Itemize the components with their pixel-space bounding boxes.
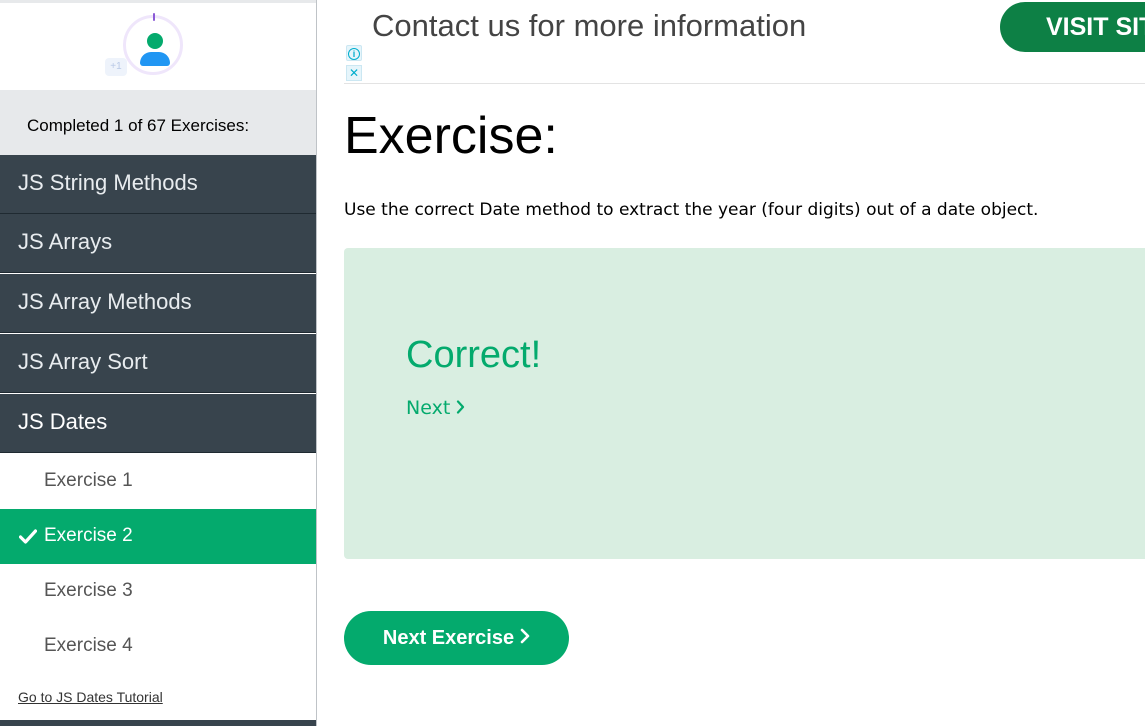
check-icon [19, 529, 37, 544]
next-link[interactable]: Next [406, 397, 465, 419]
sidebar-item-label: JS Dates [18, 409, 108, 434]
exercise-label: Exercise 2 [44, 525, 133, 546]
close-icon[interactable]: ✕ [346, 65, 362, 81]
sidebar-bottom-bar [0, 720, 316, 726]
sidebar-item-label: JS Array Sort [18, 349, 148, 374]
user-icon [147, 33, 163, 49]
sidebar-item-js-string-methods[interactable]: JS String Methods [0, 155, 316, 214]
result-title: Correct! [406, 334, 542, 376]
exercise-item-3[interactable]: Exercise 3 [0, 564, 316, 619]
sidebar-item-js-array-sort[interactable]: JS Array Sort [0, 334, 316, 393]
page-title: Exercise: [344, 107, 558, 165]
next-link-label: Next [406, 397, 451, 419]
exercise-label: Exercise 4 [44, 635, 133, 656]
sidebar-item-label: JS Arrays [18, 229, 113, 254]
exercise-label: Exercise 1 [44, 470, 133, 491]
ad-text: Contact us for more information [372, 8, 807, 43]
next-exercise-label: Next Exercise [382, 627, 515, 649]
progress-ring-indicator [153, 13, 155, 21]
ad-banner[interactable]: Contact us for more information VISIT SI… [344, 0, 1145, 84]
chevron-right-icon [457, 400, 465, 414]
tutorial-link[interactable]: Go to JS Dates Tutorial [18, 689, 163, 705]
result-panel: Correct! Next [344, 248, 1145, 559]
progress-box: Completed 1 of 67 Exercises: [0, 90, 316, 155]
sidebar-item-label: JS String Methods [18, 170, 198, 195]
exercise-instruction: Use the correct Date method to extract t… [344, 200, 1039, 220]
progress-text: Completed 1 of 67 Exercises: [27, 116, 250, 135]
info-icon[interactable]: i [346, 45, 362, 61]
chevron-right-icon [520, 628, 530, 644]
exercise-item-2[interactable]: Exercise 2 [0, 509, 316, 564]
user-icon-body [140, 52, 170, 66]
exercise-item-4[interactable]: Exercise 4 [0, 619, 316, 674]
sidebar-item-js-array-methods[interactable]: JS Array Methods [0, 274, 316, 333]
sidebar-item-label: JS Array Methods [18, 289, 192, 314]
score-badge: +1 [105, 58, 127, 76]
exercise-item-1[interactable]: Exercise 1 [0, 454, 316, 509]
sidebar: +1 Completed 1 of 67 Exercises: JS Strin… [0, 0, 317, 726]
sidebar-item-js-dates[interactable]: JS Dates [0, 394, 316, 453]
exercise-label: Exercise 3 [44, 580, 133, 601]
sidebar-item-js-arrays[interactable]: JS Arrays [0, 214, 316, 273]
user-progress-area: +1 [0, 3, 316, 90]
visit-site-button[interactable]: VISIT SITE [1000, 2, 1145, 52]
next-exercise-button[interactable]: Next Exercise [344, 611, 569, 665]
